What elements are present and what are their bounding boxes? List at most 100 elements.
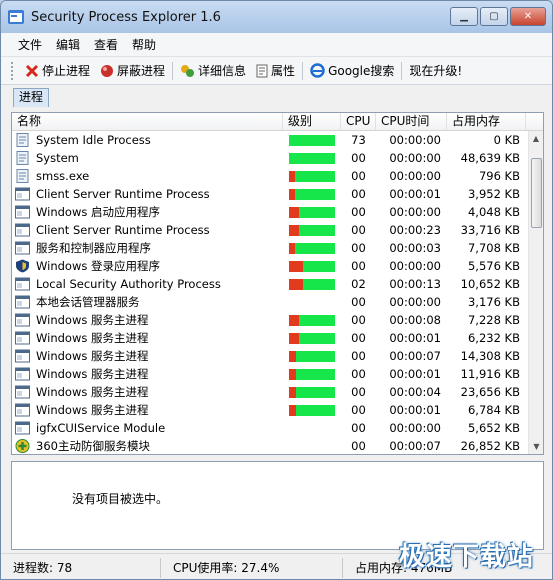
process-name-cell: Local Security Authority Process <box>12 277 283 291</box>
security-level-bar <box>289 170 335 182</box>
details-gear-icon <box>181 64 195 77</box>
process-name: Windows 服务主进程 <box>36 349 149 363</box>
process-row[interactable]: 360主动防御服务模块 00 00:00:07 26,852 KB <box>12 437 530 454</box>
process-row[interactable]: Client Server Runtime Process 00 00:00:01 3… <box>12 185 530 203</box>
process-name-cell: Windows 服务主进程 <box>12 402 283 418</box>
process-name: Client Server Runtime Process <box>36 187 210 201</box>
process-row[interactable]: System 00 00:00:00 48,639 KB <box>12 149 530 167</box>
process-name: 服务和控制器应用程序 <box>36 241 151 255</box>
stop-process-label: 停止进程 <box>42 64 91 78</box>
menu-view[interactable]: 查看 <box>87 36 125 53</box>
process-row[interactable]: Windows 服务主进程 00 00:00:01 6,784 KB <box>12 401 530 419</box>
tab-strip: 进程 <box>1 85 552 107</box>
process-level-cell <box>283 314 341 326</box>
menu-help[interactable]: 帮助 <box>125 36 163 53</box>
tab-processes[interactable]: 进程 <box>13 88 50 107</box>
process-window-icon <box>15 187 30 201</box>
process-row[interactable]: igfxCUIService Module 00 00:00:00 5,652 KB <box>12 419 530 437</box>
maximize-button[interactable]: ▢ <box>480 7 508 26</box>
process-name-cell: smss.exe <box>12 169 283 183</box>
process-cpu-time: 00:00:04 <box>389 385 441 399</box>
google-search-label: Google搜索 <box>328 64 395 78</box>
process-memory: 11,916 KB <box>460 367 520 381</box>
process-name-cell: Windows 服务主进程 <box>12 366 283 382</box>
process-window-icon <box>15 241 30 255</box>
process-memory: 23,656 KB <box>460 385 520 399</box>
vertical-scrollbar[interactable]: ▲ ▼ <box>528 131 543 454</box>
process-name-cell: Windows 登录应用程序 <box>12 258 283 274</box>
process-row[interactable]: Windows 服务主进程 00 00:00:07 14,308 KB <box>12 347 530 365</box>
process-name-cell: 服务和控制器应用程序 <box>12 240 283 256</box>
process-row[interactable]: Windows 服务主进程 00 00:00:04 23,656 KB <box>12 383 530 401</box>
process-row[interactable]: smss.exe 00 00:00:00 796 KB <box>12 167 530 185</box>
process-cpu-time: 00:00:00 <box>389 205 441 219</box>
status-process-count: 进程数: 78 <box>1 557 161 578</box>
process-name-cell: Windows 服务主进程 <box>12 330 283 346</box>
process-cpu: 00 <box>351 205 366 219</box>
process-cpu-time: 00:00:00 <box>389 259 441 273</box>
process-cpu: 00 <box>351 259 366 273</box>
process-row[interactable]: Local Security Authority Process 02 00:00:… <box>12 275 530 293</box>
process-level-cell <box>283 134 341 146</box>
column-header-cpu-time[interactable]: CPU时间 <box>376 113 447 130</box>
process-level-cell <box>283 206 341 218</box>
process-memory: 7,228 KB <box>467 313 520 327</box>
process-memory: 6,232 KB <box>467 331 520 345</box>
process-memory: 0 KB <box>493 133 520 147</box>
column-header-memory[interactable]: 占用内存 <box>447 113 526 130</box>
title-bar[interactable]: Security Process Explorer 1.6 ▁ ▢ ✕ <box>1 1 552 33</box>
security-level-risk-fill <box>289 386 296 398</box>
stop-process-button[interactable]: 停止进程 <box>20 60 95 82</box>
process-row[interactable]: System Idle Process 73 00:00:00 0 KB <box>12 131 530 149</box>
process-360-icon <box>15 439 30 453</box>
column-header-name[interactable]: 名称 <box>12 113 283 130</box>
process-row[interactable]: Windows 服务主进程 00 00:00:01 11,916 KB <box>12 365 530 383</box>
toolbar-separator <box>172 61 174 80</box>
process-row[interactable]: Client Server Runtime Process 00 00:00:23 3… <box>12 221 530 239</box>
security-level-bar <box>289 206 335 218</box>
process-name: igfxCUIService Module <box>36 421 166 435</box>
process-name: Windows 服务主进程 <box>36 385 149 399</box>
process-memory: 4,048 KB <box>467 205 520 219</box>
process-row[interactable]: Windows 服务主进程 00 00:00:01 6,232 KB <box>12 329 530 347</box>
google-search-button[interactable]: Google搜索 <box>305 60 399 82</box>
process-cpu: 00 <box>351 349 366 363</box>
toolbar-grip[interactable] <box>11 61 14 80</box>
minimize-button[interactable]: ▁ <box>450 7 478 26</box>
process-memory: 26,852 KB <box>460 439 520 453</box>
process-name: Windows 服务主进程 <box>36 403 149 417</box>
process-cpu: 00 <box>351 169 366 183</box>
watermark-text: 极速下载站 <box>398 542 534 572</box>
block-ball-icon <box>101 64 114 77</box>
block-process-button[interactable]: 屏蔽进程 <box>95 60 170 82</box>
scroll-thumb[interactable] <box>531 158 542 228</box>
process-row[interactable]: 本地会话管理器服务 00 00:00:00 3,176 KB <box>12 293 530 311</box>
process-shield-icon <box>16 259 29 273</box>
process-memory: 10,652 KB <box>460 277 520 291</box>
scroll-up-arrow-icon[interactable]: ▲ <box>529 131 543 146</box>
upgrade-button[interactable]: 现在升级! <box>404 60 467 82</box>
red-x-icon <box>25 64 39 77</box>
process-memory: 3,176 KB <box>467 295 520 309</box>
process-row[interactable]: 服务和控制器应用程序 00 00:00:03 7,708 KB <box>12 239 530 257</box>
properties-button[interactable]: 属性 <box>251 60 300 82</box>
security-level-risk-fill <box>289 350 296 362</box>
column-header-cpu[interactable]: CPU <box>341 113 376 130</box>
security-level-bar <box>289 278 335 290</box>
process-row[interactable]: Windows 服务主进程 00 00:00:08 7,228 KB <box>12 311 530 329</box>
process-window-icon <box>15 223 30 237</box>
menu-file[interactable]: 文件 <box>11 36 49 53</box>
process-name-cell: igfxCUIService Module <box>12 421 283 435</box>
process-row[interactable]: Windows 启动应用程序 00 00:00:00 4,048 KB <box>12 203 530 221</box>
toolbar-separator <box>302 61 304 80</box>
scroll-down-arrow-icon[interactable]: ▼ <box>529 439 543 454</box>
details-button[interactable]: 详细信息 <box>175 60 251 82</box>
no-selection-text: 没有项目被选中。 <box>72 492 169 506</box>
column-header-level[interactable]: 级别 <box>283 113 341 130</box>
process-row[interactable]: Windows 登录应用程序 00 00:00:00 5,576 KB <box>12 257 530 275</box>
process-cpu: 73 <box>351 133 366 147</box>
process-list[interactable]: 名称 级别 CPU CPU时间 占用内存 System Idle Process… <box>11 112 544 455</box>
close-button[interactable]: ✕ <box>510 7 546 26</box>
ie-globe-icon <box>310 63 325 78</box>
menu-edit[interactable]: 编辑 <box>49 36 87 53</box>
